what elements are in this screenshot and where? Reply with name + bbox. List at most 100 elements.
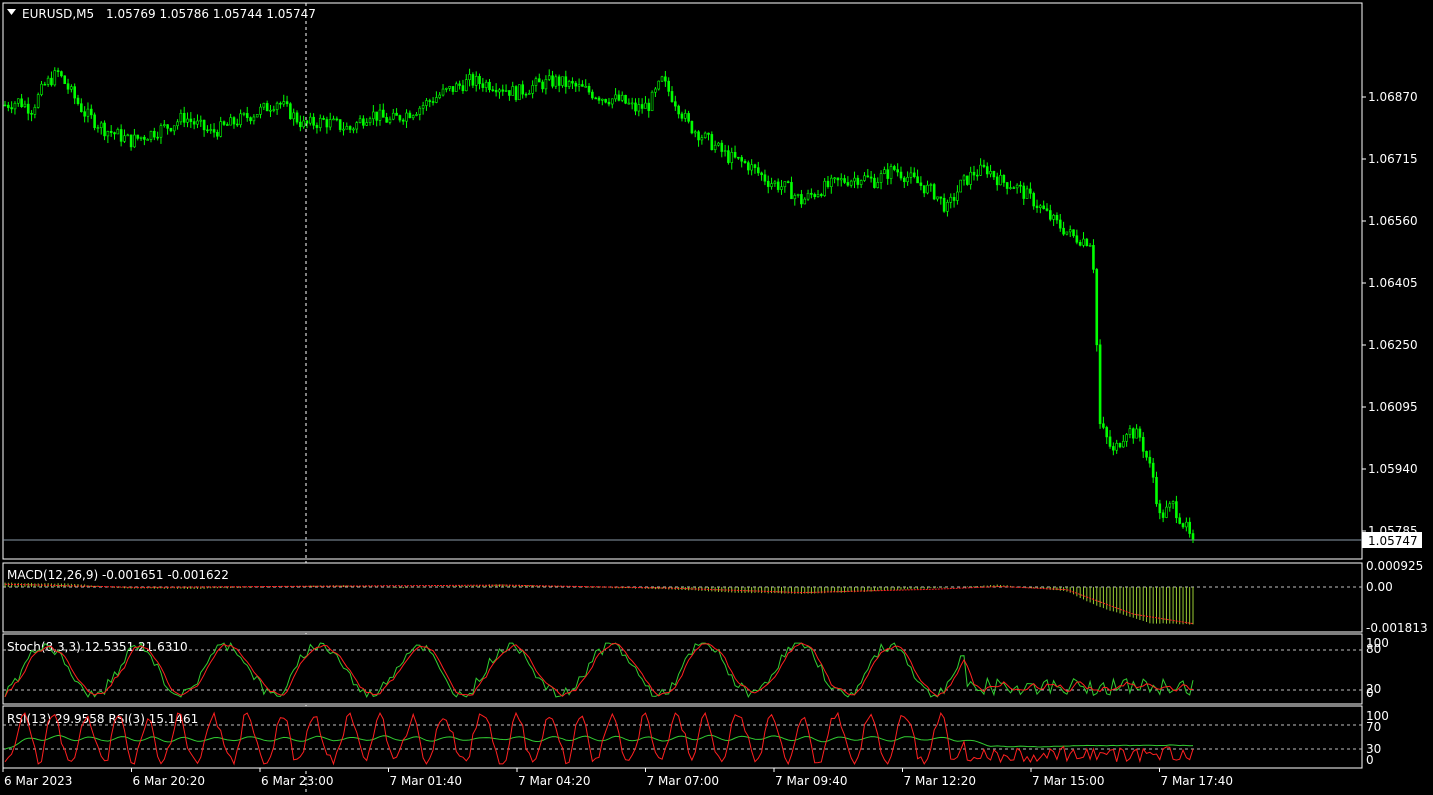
candle-body [89,108,93,116]
candle-body [528,93,531,95]
candle-body [737,156,740,159]
candle-body [1022,185,1026,199]
candle-body [269,109,272,112]
chart-window[interactable]: EURUSD,M5 1.05769 1.05786 1.05744 1.0574… [0,0,1433,795]
candle-body [584,86,588,88]
candle-body [1058,219,1062,229]
candle-body [192,121,196,125]
candle-body [743,160,747,163]
candle-body [355,122,359,130]
candle-body [222,121,226,125]
candle-body [508,90,511,96]
candle-body [50,77,53,86]
candle-body [936,196,939,200]
candle-body [720,142,724,152]
candle-body [308,116,312,124]
candle-body [411,115,415,119]
candle-body [358,118,362,123]
candle-body [843,178,846,183]
candle-body [747,162,750,171]
candle-body [644,102,647,109]
stoch-tick-label: 0 [1366,686,1374,700]
candle-body [637,104,641,112]
candle-body [219,121,222,137]
candle-body [664,76,667,82]
price-panel[interactable] [2,2,1363,560]
candle-body [401,119,405,122]
rsi-tick-label: 70 [1366,720,1381,734]
rsi-tick-label: 0 [1366,753,1374,767]
candle-body [969,171,972,185]
time-tick-label: 7 Mar 15:00 [1032,774,1105,788]
macd-tick-label: 0.000925 [1366,559,1423,573]
candle-body [654,88,657,93]
candle-body [687,113,690,122]
candle-body [1092,245,1095,270]
candle-body [408,112,412,119]
candle-body [33,107,37,115]
candle-body [285,101,289,105]
candle-body [846,182,850,186]
candle-body [773,181,777,184]
candle-body [607,101,611,105]
candle-body [1115,442,1118,451]
candle-body [1175,501,1178,519]
price-tick-label: 1.05940 [1368,462,1418,476]
candle-body [1072,229,1075,237]
candle-body [156,136,159,139]
rsi-panel[interactable] [2,705,1363,769]
candle-body [750,164,753,171]
candle-body [667,80,670,92]
candle-body [614,94,617,100]
candle-body [232,117,236,125]
price-tick-label: 1.06560 [1368,214,1418,228]
candle-body [514,86,518,101]
candle-body [179,113,183,123]
candle-body [305,120,309,124]
candle-body [139,136,143,139]
candle-body [1171,501,1175,505]
candle-body [518,84,521,101]
candle-body [1005,182,1009,189]
stoch-axis: 10080200 [1366,636,1389,700]
candle-body [697,131,700,141]
candle-body [919,182,923,186]
candle-body [1135,428,1138,439]
candle-body [66,83,70,90]
candle-body [348,126,352,130]
stoch-tick-label: 80 [1366,642,1381,656]
candle-body [332,118,335,121]
candle-body [471,74,475,86]
candle-body [1095,269,1099,346]
candle-body [544,79,548,90]
candle-body [1151,462,1155,478]
candle-body [627,102,631,105]
candle-body [292,112,296,120]
candle-body [537,78,541,83]
candle-body [40,83,43,95]
candle-body [474,76,478,86]
candle-body [551,75,554,87]
candle-body [1012,187,1016,189]
candle-body [23,103,27,108]
candle-body [498,89,501,93]
candle-body [16,98,20,104]
candle-body [610,98,614,105]
candle-body [116,129,120,135]
candle-body [315,125,319,128]
candle-body [700,137,704,141]
candle-body [86,108,90,117]
candle-body [99,122,103,128]
candle-body [468,74,471,80]
candle-body [216,131,219,137]
candle-body [245,113,249,118]
candle-body [282,101,286,105]
candle-body [113,132,116,135]
candle-body [83,111,86,117]
candle-body [159,125,163,138]
candle-body [133,134,136,148]
candle-body [335,118,339,121]
candle-body [591,91,594,99]
candle-body [949,196,953,203]
candle-body [783,181,787,188]
